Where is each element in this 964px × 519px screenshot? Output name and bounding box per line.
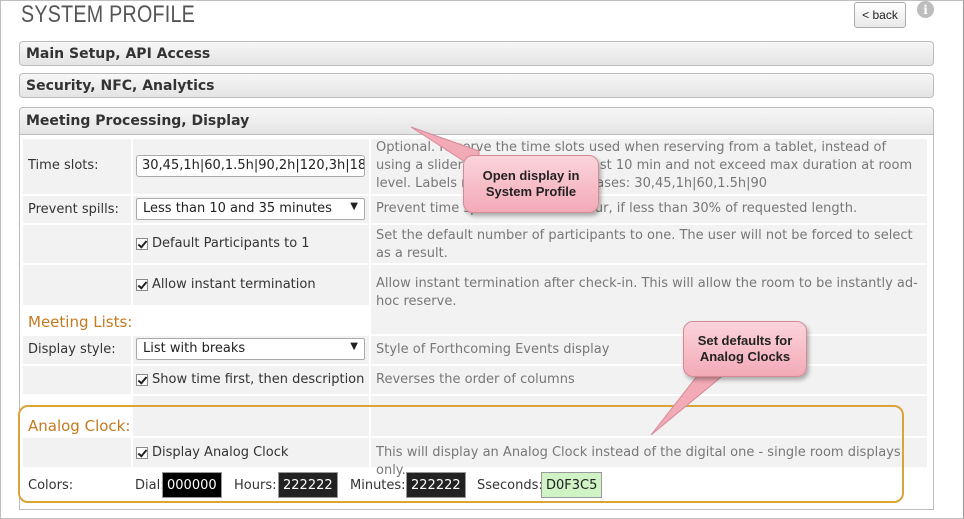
back-button[interactable]: < back <box>854 2 906 28</box>
accordion-meeting-processing[interactable]: Meeting Processing, Display <box>19 107 934 135</box>
prevent-spills-label: Prevent spills: <box>28 202 119 217</box>
display-style-description: Style of Forthcoming Events display <box>376 342 610 357</box>
instant-termination-checkbox[interactable]: Allow instant termination <box>136 277 316 292</box>
accordion-label: Security, NFC, Analytics <box>26 78 215 94</box>
show-time-first-label: Show time first, then description <box>152 372 365 387</box>
display-style-select[interactable]: List with breaks ▼ <box>136 338 365 360</box>
chevron-down-icon: ▼ <box>350 341 358 352</box>
show-time-first-description: Reverses the order of columns <box>376 372 575 387</box>
analog-clock-highlight <box>18 405 904 503</box>
prevent-spills-value: Less than 10 and 35 minutes <box>143 201 332 216</box>
setting-row-default-participants: Default Participants to 1 Set the defaul… <box>23 225 927 263</box>
checkbox-checked-icon <box>136 237 148 250</box>
time-slots-input[interactable]: 30,45,1h|60,1.5h|90,2h|120,3h|180 <box>136 155 365 177</box>
info-icon[interactable]: i <box>917 1 934 18</box>
prevent-spills-select[interactable]: Less than 10 and 35 minutes ▼ <box>136 198 365 220</box>
default-participants-description: Set the default number of participants t… <box>376 228 913 261</box>
checkbox-checked-icon <box>136 373 148 386</box>
time-slots-description: Optional. Reserve the time slots used wh… <box>376 140 913 191</box>
accordion-main-setup[interactable]: Main Setup, API Access <box>19 41 934 66</box>
display-style-value: List with breaks <box>143 341 246 356</box>
checkbox-checked-icon <box>136 278 148 291</box>
meeting-lists-heading: Meeting Lists: <box>28 313 133 331</box>
window-frame: SYSTEM PROFILE < back i Main Setup, API … <box>0 0 964 519</box>
default-participants-checkbox[interactable]: Default Participants to 1 <box>136 236 310 251</box>
time-slots-label: Time slots: <box>28 158 99 173</box>
show-time-first-checkbox[interactable]: Show time first, then description <box>136 372 364 387</box>
default-participants-label: Default Participants to 1 <box>152 236 310 251</box>
instant-termination-description: Allow instant termination after check-in… <box>376 276 918 309</box>
instant-termination-label: Allow instant termination <box>152 277 316 292</box>
chevron-down-icon: ▼ <box>350 201 358 212</box>
callout-set-defaults: Set defaults for Analog Clocks <box>683 321 807 377</box>
display-style-label: Display style: <box>28 342 116 357</box>
accordion-security[interactable]: Security, NFC, Analytics <box>19 73 934 98</box>
callout-open-display: Open display in System Profile <box>463 155 599 213</box>
prevent-spills-description: Prevent time spills to next half hour, i… <box>376 201 858 216</box>
accordion-label: Meeting Processing, Display <box>26 113 250 129</box>
accordion-label: Main Setup, API Access <box>26 46 211 62</box>
page-title: SYSTEM PROFILE <box>21 1 196 28</box>
